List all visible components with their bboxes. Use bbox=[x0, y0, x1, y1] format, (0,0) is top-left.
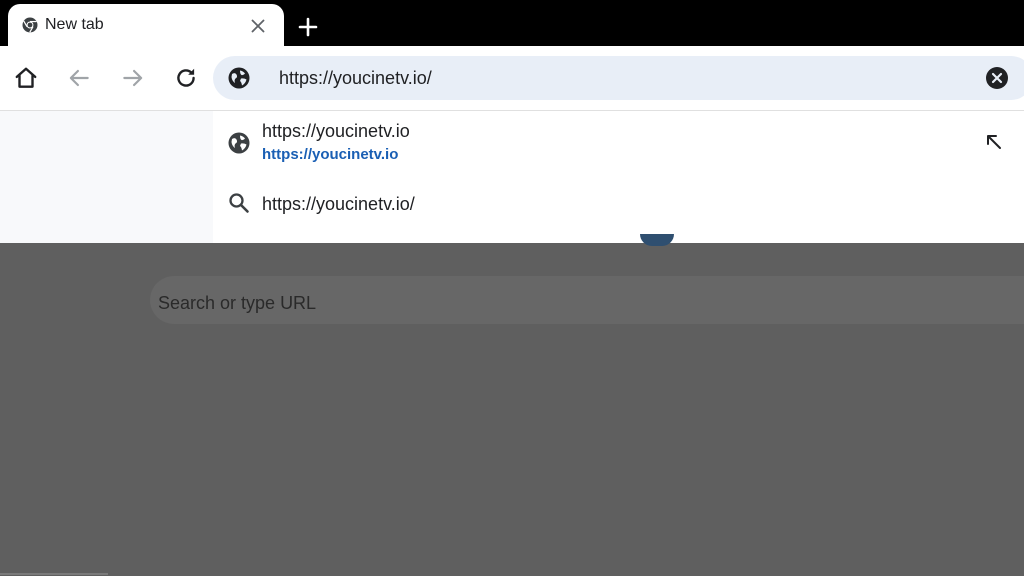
ntp-search-box[interactable]: Search or type URL bbox=[150, 276, 1024, 324]
back-icon[interactable] bbox=[66, 65, 92, 91]
clear-icon[interactable] bbox=[985, 66, 1009, 90]
tab-strip: New tab bbox=[0, 0, 1024, 46]
tab-title: New tab bbox=[45, 16, 104, 33]
suggestion-url[interactable]: https://youcinetv.io https://youcinetv.i… bbox=[213, 113, 1024, 173]
suggestion-title: https://youcinetv.io/ bbox=[262, 194, 415, 214]
suggestion-url-text: https://youcinetv.io bbox=[262, 146, 399, 163]
bottom-divider bbox=[0, 573, 108, 575]
omnibox-input[interactable] bbox=[279, 65, 969, 91]
omnibox[interactable] bbox=[213, 56, 1024, 100]
toolbar bbox=[0, 46, 1024, 110]
suggestion-title: https://youcinetv.io bbox=[262, 121, 410, 141]
globe-icon bbox=[228, 132, 250, 154]
ntp-search-placeholder: Search or type URL bbox=[158, 293, 317, 313]
home-icon[interactable] bbox=[13, 65, 39, 91]
omnibox-suggestions: https://youcinetv.io https://youcinetv.i… bbox=[0, 110, 1024, 243]
close-icon[interactable] bbox=[248, 16, 268, 36]
chrome-icon bbox=[22, 17, 38, 33]
forward-icon[interactable] bbox=[120, 65, 146, 91]
fill-arrow-icon[interactable] bbox=[983, 131, 1005, 153]
globe-icon bbox=[228, 67, 250, 89]
tab-new-tab[interactable]: New tab bbox=[8, 4, 284, 46]
dropdown-gutter bbox=[0, 111, 213, 243]
search-icon bbox=[229, 193, 249, 213]
ntp-logo bbox=[640, 234, 674, 246]
suggestion-search[interactable]: https://youcinetv.io/ bbox=[213, 181, 1024, 229]
new-tab-plus-icon[interactable] bbox=[296, 15, 320, 39]
reload-icon[interactable] bbox=[173, 65, 199, 91]
